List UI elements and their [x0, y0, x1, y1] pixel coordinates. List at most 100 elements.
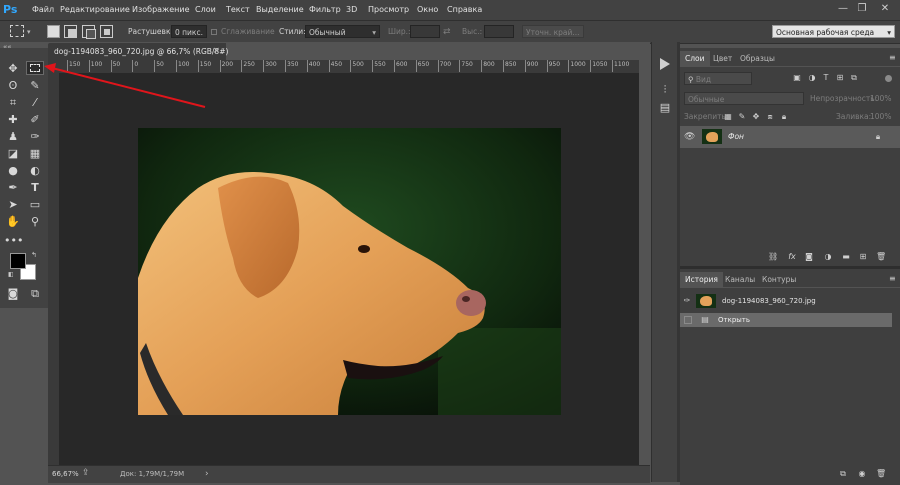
- adjustments-icon[interactable]: ⫶: [656, 82, 674, 98]
- link-layers-icon[interactable]: ⛓: [768, 252, 778, 262]
- subtract-selection-icon[interactable]: [82, 25, 96, 39]
- status-menu-arrow[interactable]: ›: [205, 469, 209, 479]
- history-brush-source-icon[interactable]: ✑: [682, 296, 692, 306]
- history-brush-icon[interactable]: ✑: [26, 129, 44, 145]
- blend-mode-select[interactable]: Обычные: [684, 92, 804, 105]
- menu-help[interactable]: Справка: [447, 0, 482, 20]
- filter-smart-icon[interactable]: ⧉: [849, 73, 859, 83]
- tab-swatches[interactable]: Образцы: [735, 51, 780, 66]
- menu-layers[interactable]: Слои: [195, 0, 216, 20]
- add-selection-icon[interactable]: [64, 25, 77, 38]
- lock-transparency-icon[interactable]: ▦: [723, 112, 733, 122]
- lock-position-icon[interactable]: ✥: [751, 112, 761, 122]
- filter-pixel-icon[interactable]: ▣: [792, 73, 802, 83]
- menu-file[interactable]: Файл: [32, 0, 54, 20]
- ruler-tick: [481, 60, 483, 72]
- pen-tool-icon[interactable]: ✒: [4, 180, 22, 196]
- restore-button[interactable]: ❐: [853, 1, 871, 17]
- lasso-tool-icon[interactable]: ʘ: [4, 78, 22, 94]
- width-input[interactable]: [410, 25, 440, 38]
- tab-layers[interactable]: Слои: [680, 51, 710, 66]
- zoom-readout[interactable]: 66,67%: [52, 470, 79, 478]
- menu-type[interactable]: Текст: [226, 0, 250, 20]
- dodge-tool-icon[interactable]: ◐: [26, 163, 44, 179]
- path-selection-icon[interactable]: ➤: [4, 197, 22, 213]
- filter-shape-icon[interactable]: ⊞: [835, 73, 845, 83]
- brush-tool-icon[interactable]: ✐: [26, 112, 44, 128]
- default-colors-icon[interactable]: ◧: [8, 271, 14, 278]
- opacity-value[interactable]: 100%: [870, 92, 891, 106]
- chevron-down-icon[interactable]: ▾: [27, 28, 31, 36]
- close-tab-icon[interactable]: ×: [212, 43, 220, 60]
- tab-history[interactable]: История: [680, 272, 723, 287]
- rectangle-tool-icon[interactable]: ▭: [26, 197, 44, 213]
- menu-window[interactable]: Окно: [417, 0, 438, 20]
- move-tool-icon[interactable]: ✥: [4, 61, 22, 77]
- add-mask-icon[interactable]: ◙: [804, 252, 814, 262]
- type-tool-icon[interactable]: T: [26, 180, 44, 196]
- menu-view[interactable]: Просмотр: [368, 0, 409, 20]
- menu-3d[interactable]: 3D: [346, 0, 357, 20]
- zoom-tool-icon[interactable]: ⚲: [26, 214, 44, 230]
- quick-mask-icon[interactable]: ◙: [4, 286, 22, 302]
- lock-artboard-icon[interactable]: ⧈: [765, 112, 775, 122]
- gradient-icon[interactable]: ▦: [26, 146, 44, 162]
- screen-mode-icon[interactable]: ⧉: [26, 286, 44, 302]
- layer-row-background[interactable]: 👁︎ Фон 🔒︎: [680, 126, 900, 148]
- new-group-icon[interactable]: ▬: [841, 252, 851, 262]
- share-icon[interactable]: ⇪: [82, 468, 90, 478]
- menu-edit[interactable]: Редактирование: [60, 0, 130, 20]
- adjustment-layer-icon[interactable]: ◑: [823, 252, 833, 262]
- more-tools-icon[interactable]: •••: [4, 233, 23, 249]
- marquee-preset-icon[interactable]: [10, 25, 24, 37]
- menu-filter[interactable]: Фильтр: [309, 0, 341, 20]
- properties-icon[interactable]: ▤: [656, 100, 674, 116]
- play-icon[interactable]: [660, 58, 670, 70]
- filter-toggle[interactable]: [885, 75, 892, 82]
- intersect-selection-icon[interactable]: [100, 25, 113, 38]
- healing-brush-icon[interactable]: ✚: [4, 112, 22, 128]
- style-select[interactable]: Обычный ▾: [305, 25, 380, 38]
- panel-menu-icon[interactable]: ≡: [889, 274, 896, 283]
- visibility-eye-icon[interactable]: 👁︎: [684, 132, 695, 142]
- menu-image[interactable]: Изображение: [132, 0, 190, 20]
- document-tab[interactable]: dog-1194083_960_720.jpg @ 66,7% (RGB/8#)…: [48, 43, 228, 60]
- history-snapshot-row[interactable]: ✑ dog-1194083_960_720.jpg: [680, 291, 900, 311]
- panel-menu-icon[interactable]: ≡: [889, 53, 896, 62]
- lock-pixels-icon[interactable]: ✎: [737, 112, 747, 122]
- foreground-color-swatch[interactable]: [10, 253, 26, 269]
- close-window-button[interactable]: ✕: [876, 1, 894, 17]
- feather-input[interactable]: 0 пикс.: [171, 25, 207, 38]
- tab-paths[interactable]: Контуры: [757, 272, 801, 287]
- fx-icon[interactable]: fx: [787, 252, 797, 262]
- minimize-button[interactable]: —: [834, 1, 852, 17]
- layer-filter-select[interactable]: ⚲ Вид: [684, 72, 752, 85]
- new-selection-icon[interactable]: [47, 25, 60, 38]
- history-source-checkbox[interactable]: [684, 316, 692, 324]
- height-input[interactable]: [484, 25, 514, 38]
- lock-all-icon[interactable]: 🔒︎: [779, 112, 789, 122]
- menu-select[interactable]: Выделение: [256, 0, 304, 20]
- filter-adjust-icon[interactable]: ◑: [807, 73, 817, 83]
- hand-tool-icon[interactable]: ✋: [4, 214, 22, 230]
- delete-state-icon[interactable]: 🗑︎: [876, 469, 886, 479]
- snapshot-camera-icon[interactable]: ◉: [857, 469, 867, 479]
- workspace-select[interactable]: Основная рабочая среда ▾: [772, 25, 895, 38]
- delete-layer-icon[interactable]: 🗑︎: [876, 252, 886, 262]
- new-layer-icon[interactable]: ⊞: [858, 252, 868, 262]
- swap-colors-icon[interactable]: ↰: [31, 251, 37, 259]
- eraser-icon[interactable]: ◪: [4, 146, 22, 162]
- new-document-from-state-icon[interactable]: ⧉: [838, 469, 848, 479]
- tab-color[interactable]: Цвет: [708, 51, 737, 66]
- blur-tool-icon[interactable]: ●: [4, 163, 22, 179]
- crop-tool-icon[interactable]: ⌗: [4, 95, 22, 111]
- swap-icon[interactable]: ⇄: [443, 25, 451, 39]
- history-step-row[interactable]: ▤ Открыть: [680, 313, 892, 327]
- filter-type-icon[interactable]: T: [821, 73, 831, 83]
- antialias-checkbox[interactable]: [211, 29, 217, 35]
- tab-channels[interactable]: Каналы: [720, 272, 760, 287]
- fill-value[interactable]: 100%: [870, 110, 891, 124]
- clone-stamp-icon[interactable]: ♟: [4, 129, 22, 145]
- refine-edge-button[interactable]: Уточн. край...: [522, 25, 584, 38]
- layer-name[interactable]: Фон: [728, 132, 744, 141]
